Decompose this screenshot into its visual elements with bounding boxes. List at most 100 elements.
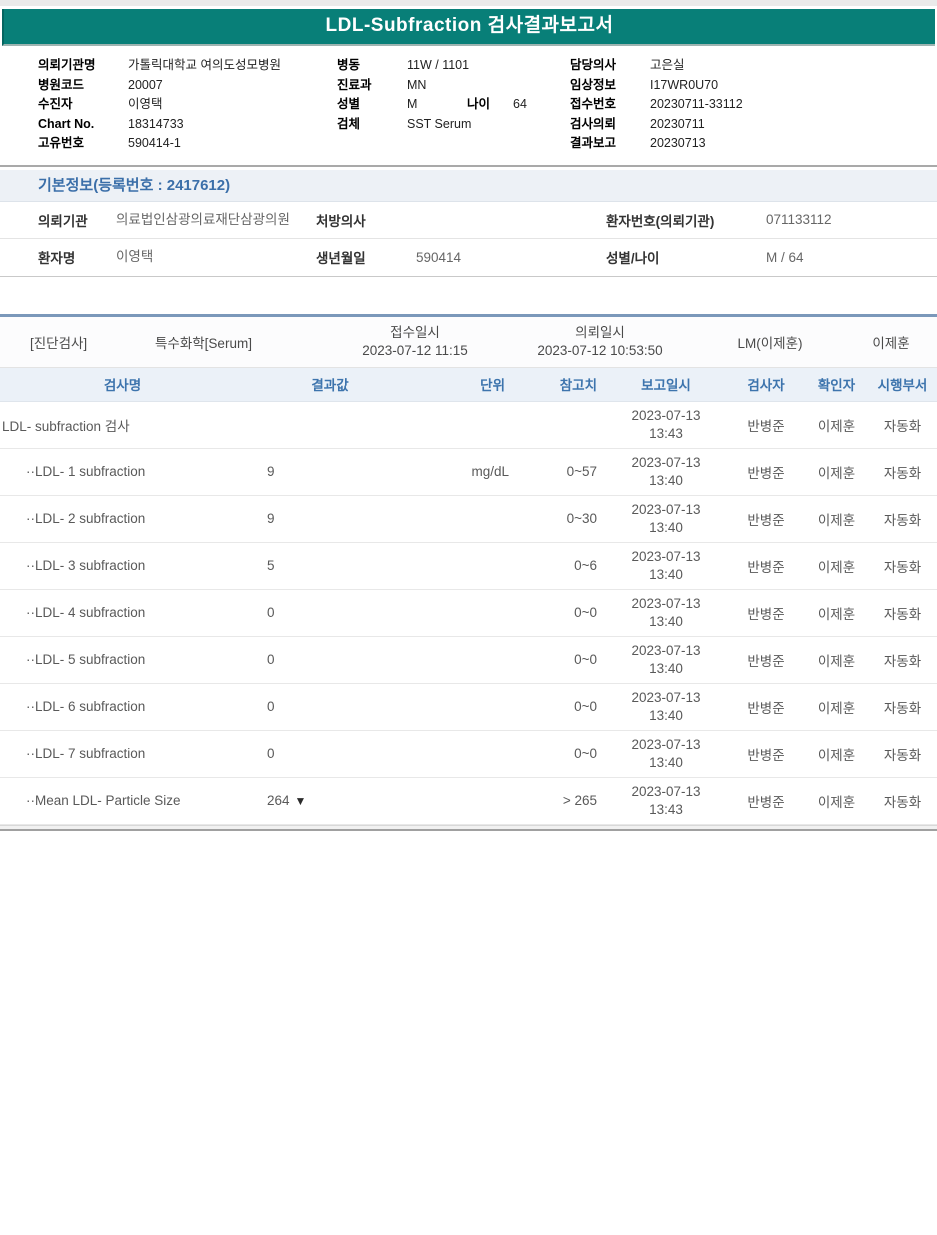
reference-range-cell: 0~30 bbox=[515, 511, 605, 526]
result-value-cell: 5 bbox=[245, 558, 415, 573]
tester-cell: 반병준 bbox=[727, 603, 805, 623]
patient-header: 의뢰기관명가톨릭대학교 여의도성모병원 병원코드20007 수진자이영택 Cha… bbox=[0, 46, 937, 160]
result-row: ··LDL- 6 subfraction 0 0~0 2023-07-13 13… bbox=[0, 684, 937, 731]
header-field: 결과보고20230713 bbox=[570, 134, 937, 154]
field-label: 병원코드 bbox=[38, 76, 128, 96]
basic-value-3: M / 64 bbox=[766, 250, 937, 265]
report-time: 13:43 bbox=[605, 801, 727, 819]
result-value-cell: 0 bbox=[245, 652, 415, 667]
report-datetime-cell: 2023-07-13 13:40 bbox=[605, 595, 727, 630]
result-value: 264 bbox=[267, 793, 290, 808]
header-field: Chart No.18314733 bbox=[38, 115, 337, 135]
field-value: I17WR0U70 bbox=[650, 78, 718, 92]
result-row: ··LDL- 3 subfraction 5 0~6 2023-07-13 13… bbox=[0, 543, 937, 590]
report-time: 13:40 bbox=[605, 707, 727, 725]
tester-cell: 반병준 bbox=[727, 650, 805, 670]
col-header-reference: 참고치 bbox=[515, 374, 605, 394]
report-time: 13:40 bbox=[605, 660, 727, 678]
header-field: 병동11W / 1101 bbox=[337, 56, 570, 76]
verifier-cell: 이제훈 bbox=[805, 462, 868, 482]
report-date: 2023-07-13 bbox=[605, 736, 727, 754]
report-datetime-cell: 2023-07-13 13:40 bbox=[605, 548, 727, 583]
header-info-col2: 병동11W / 1101 진료과MN 성별M나이64 검체SST Serum bbox=[337, 56, 570, 154]
col-header-test-name: 검사명 bbox=[0, 374, 245, 394]
field-label: 성별 bbox=[337, 95, 407, 115]
report-datetime-cell: 2023-07-13 13:43 bbox=[605, 783, 727, 818]
header-field: 접수번호20230711-33112 bbox=[570, 95, 937, 115]
verifier-cell: 이제훈 bbox=[805, 556, 868, 576]
test-name-cell: ··LDL- 7 subfraction bbox=[0, 746, 245, 761]
col-header-result: 결과값 bbox=[245, 374, 415, 394]
basic-info-row: 환자명 이영택 생년월일 590414 성별/나이 M / 64 bbox=[0, 239, 937, 276]
result-value-cell: 0 bbox=[245, 699, 415, 714]
header-info-col1: 의뢰기관명가톨릭대학교 여의도성모병원 병원코드20007 수진자이영택 Cha… bbox=[0, 56, 337, 154]
field-label: 검체 bbox=[337, 115, 407, 135]
col-header-tester: 검사자 bbox=[727, 374, 805, 394]
result-row: ··LDL- 4 subfraction 0 0~0 2023-07-13 13… bbox=[0, 590, 937, 637]
header-field: 진료과MN bbox=[337, 76, 570, 96]
result-value: 9 bbox=[267, 511, 275, 526]
report-datetime-cell: 2023-07-13 13:40 bbox=[605, 689, 727, 724]
field-label: 의뢰기관명 bbox=[38, 56, 128, 76]
field-value: 가톨릭대학교 여의도성모병원 bbox=[128, 58, 281, 72]
header-field: 성별M나이64 bbox=[337, 95, 570, 115]
header-field: 수진자이영택 bbox=[38, 95, 337, 115]
basic-info-table: 의뢰기관 의료법인삼광의료재단삼광의원 처방의사 환자번호(의뢰기관) 0711… bbox=[0, 202, 937, 277]
basic-info-title: 기본정보(등록번호 : 2417612) bbox=[38, 177, 230, 194]
department-cell: 자동화 bbox=[868, 650, 937, 670]
reference-range-cell: 0~0 bbox=[515, 605, 605, 620]
result-row: ··Mean LDL- Particle Size 264▼ > 265 202… bbox=[0, 778, 937, 825]
order-lab: LM(이제훈) bbox=[695, 332, 845, 352]
result-row: ··LDL- 7 subfraction 0 0~0 2023-07-13 13… bbox=[0, 731, 937, 778]
verifier-cell: 이제훈 bbox=[805, 744, 868, 764]
result-value: 0 bbox=[267, 746, 275, 761]
department-cell: 자동화 bbox=[868, 415, 937, 435]
test-name-cell: ··LDL- 4 subfraction bbox=[0, 605, 245, 620]
field-value: 11W / 1101 bbox=[407, 56, 469, 76]
result-value: 9 bbox=[267, 464, 275, 479]
test-name-cell: LDL- subfraction 검사 bbox=[0, 415, 245, 435]
test-name-cell: ··LDL- 5 subfraction bbox=[0, 652, 245, 667]
report-date: 2023-07-13 bbox=[605, 783, 727, 801]
report-time: 13:40 bbox=[605, 613, 727, 631]
col-header-verifier: 확인자 bbox=[805, 374, 868, 394]
basic-value-1: 이영택 bbox=[116, 247, 291, 267]
header-field: 의뢰기관명가톨릭대학교 여의도성모병원 bbox=[38, 56, 337, 76]
result-value-cell: 9 bbox=[245, 464, 415, 479]
col-header-report-datetime: 보고일시 bbox=[605, 374, 727, 394]
order-panel: 특수화학[Serum] bbox=[155, 332, 325, 352]
order-info-row: [진단검사] 특수화학[Serum] 접수일시 2023-07-12 11:15… bbox=[0, 314, 937, 368]
basic-label-3: 환자번호(의뢰기관) bbox=[606, 210, 766, 230]
col-header-unit: 단위 bbox=[415, 374, 515, 394]
unit-cell: mg/dL bbox=[415, 464, 515, 479]
tester-cell: 반병준 bbox=[727, 462, 805, 482]
report-time: 13:43 bbox=[605, 425, 727, 443]
report-time: 13:40 bbox=[605, 754, 727, 772]
request-label: 의뢰일시 bbox=[505, 324, 695, 342]
result-value: 0 bbox=[267, 652, 275, 667]
report-datetime-cell: 2023-07-13 13:40 bbox=[605, 501, 727, 536]
order-category: [진단검사] bbox=[0, 332, 155, 352]
basic-value-3: 071133112 bbox=[766, 212, 937, 227]
field-value: SST Serum bbox=[407, 115, 471, 135]
result-value: 0 bbox=[267, 699, 275, 714]
field-label: 수진자 bbox=[38, 95, 128, 115]
test-name-cell: ··Mean LDL- Particle Size bbox=[0, 793, 245, 808]
report-date: 2023-07-13 bbox=[605, 501, 727, 519]
result-value-cell: 9 bbox=[245, 511, 415, 526]
field-label: 결과보고 bbox=[570, 134, 650, 154]
tester-cell: 반병준 bbox=[727, 509, 805, 529]
field-value: 20230711 bbox=[650, 117, 705, 131]
reference-range-cell: > 265 bbox=[515, 793, 605, 808]
field-label: 진료과 bbox=[337, 76, 407, 96]
order-staff: 이제훈 bbox=[845, 332, 937, 352]
department-cell: 자동화 bbox=[868, 791, 937, 811]
basic-label-2: 생년월일 bbox=[316, 247, 416, 267]
header-field: 검체SST Serum bbox=[337, 115, 570, 135]
verifier-cell: 이제훈 bbox=[805, 603, 868, 623]
order-request-datetime: 의뢰일시 2023-07-12 10:53:50 bbox=[505, 324, 695, 359]
field-label: 검사의뢰 bbox=[570, 115, 650, 135]
tester-cell: 반병준 bbox=[727, 697, 805, 717]
department-cell: 자동화 bbox=[868, 603, 937, 623]
department-cell: 자동화 bbox=[868, 509, 937, 529]
